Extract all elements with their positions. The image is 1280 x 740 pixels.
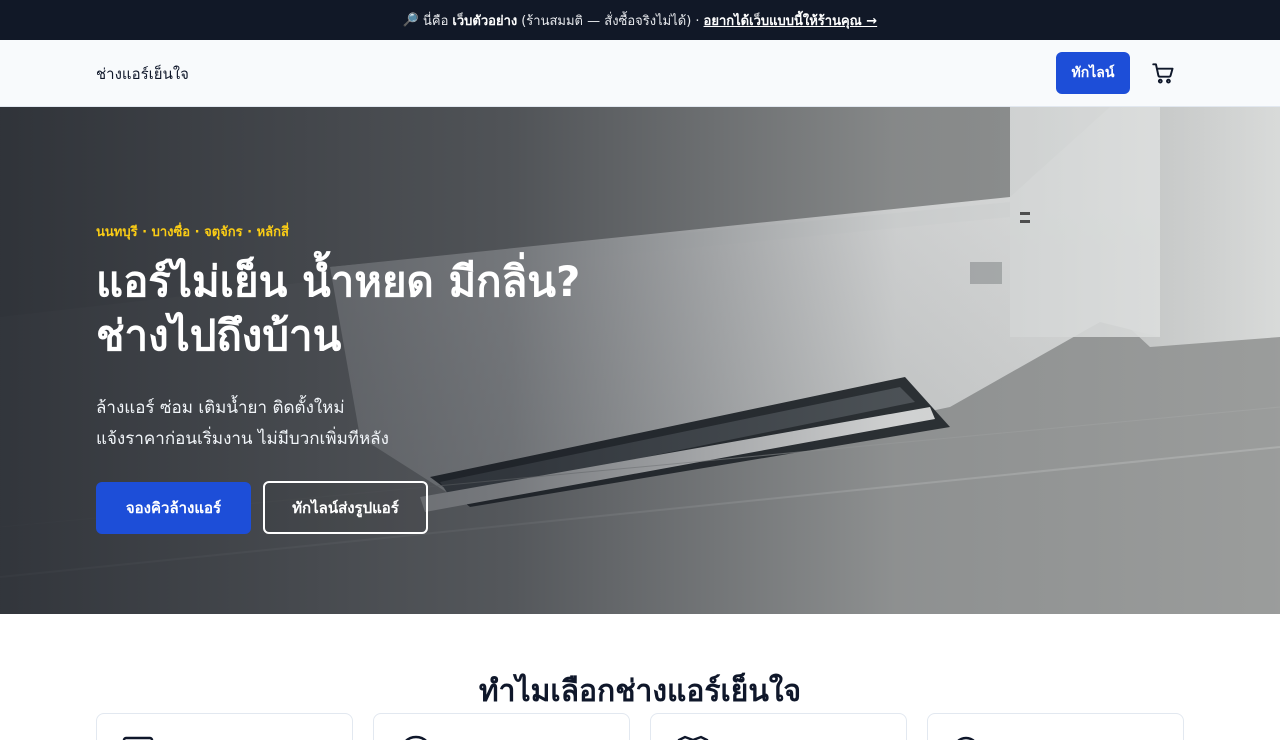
book-cleaning-button[interactable]: จองคิวล้างแอร์ (96, 482, 251, 534)
banner-cta-link[interactable]: อยากได้เว็บแบบนี้ให้ร้านคุณ → (704, 10, 878, 31)
banner-middle: (ร้านสมมติ — สั่งซื้อจริงไม่ได้) · (521, 13, 700, 29)
cart-icon[interactable] (1150, 60, 1176, 86)
line-send-photo-button[interactable]: ทักไลน์ส่งรูปแอร์ (263, 481, 428, 534)
banner-prefix: นี่คือ (423, 13, 449, 29)
site-header: ช่างแอร์เย็นใจ ทักไลน์ (0, 40, 1280, 107)
feature-card (650, 713, 907, 740)
hero-headline-line2: ช่างไปถึงบ้าน (96, 311, 342, 360)
brand-name[interactable]: ช่างแอร์เย็นใจ (96, 62, 189, 86)
demo-banner: 🔎 นี่คือ เว็บตัวอย่าง (ร้านสมมติ — สั่งซ… (0, 0, 1280, 40)
shield-icon (677, 735, 709, 740)
magnifier-icon: 🔎 (402, 12, 420, 28)
line-chat-button[interactable]: ทักไลน์ (1056, 52, 1130, 94)
price-tag-icon (122, 736, 154, 740)
banner-bold: เว็บตัวอย่าง (452, 13, 518, 29)
feature-card (373, 713, 630, 740)
hero-section: นนทบุรี · บางซื่อ · จตุจักร · หลักสี่ แอ… (0, 107, 1280, 614)
why-choose-title: ทำไมเลือกช่างแอร์เย็นใจ (478, 674, 802, 709)
badge-icon (957, 736, 975, 740)
feature-card (96, 713, 353, 740)
service-area: นนทบุรี · บางซื่อ · จตุจักร · หลักสี่ (96, 225, 289, 240)
hero-headline: แอร์ไม่เย็น น้ำหยด มีกลิ่น? ช่างไปถึงบ้า… (96, 255, 716, 363)
hero-subtitle: ล้างแอร์ ซ่อม เติมน้ำยา ติดตั้งใหม่ แจ้ง… (96, 393, 616, 455)
hero-subtitle-line1: ล้างแอร์ ซ่อม เติมน้ำยา ติดตั้งใหม่ (96, 398, 345, 418)
hero-subtitle-line2: แจ้งราคาก่อนเริ่มงาน ไม่มีบวกเพิ่มทีหลัง (96, 429, 389, 449)
clock-icon (405, 735, 427, 740)
hero-headline-line1: แอร์ไม่เย็น น้ำหยด มีกลิ่น? (96, 257, 581, 306)
feature-card (927, 713, 1184, 740)
